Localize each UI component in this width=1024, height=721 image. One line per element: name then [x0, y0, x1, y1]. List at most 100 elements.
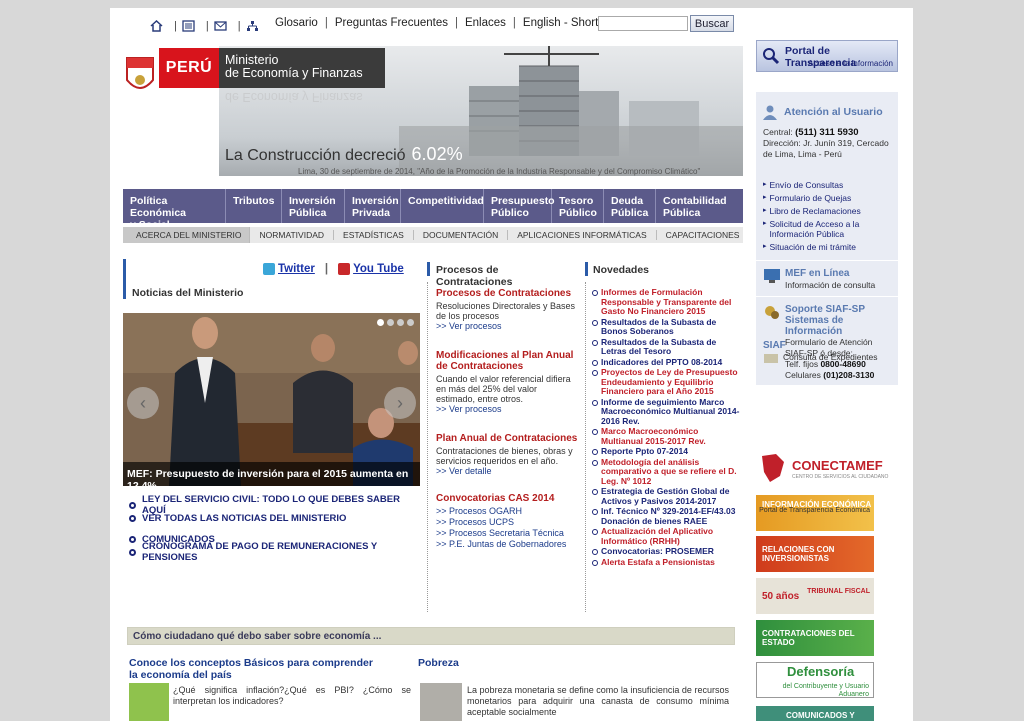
- nav-politica[interactable]: Política Económica y Social: [123, 189, 226, 231]
- novedad-item[interactable]: Reporte Ppto 07-2014: [592, 446, 742, 457]
- nav-contabilidad[interactable]: Contabilidad Pública: [656, 189, 743, 223]
- banner-subcaption: Lima, 30 de septiembre de 2014, "Año de …: [298, 167, 701, 176]
- ministry-name[interactable]: Ministerio de Economía y Finanzas: [219, 48, 385, 88]
- link-enlaces[interactable]: Enlaces: [465, 17, 506, 29]
- transparencia-button[interactable]: Portal de Transparencia Acceso a la info…: [756, 40, 898, 72]
- nav-inversion-publica[interactable]: Inversión Pública: [282, 189, 345, 223]
- social-links: Twitter | You Tube: [263, 263, 404, 275]
- search-input[interactable]: [598, 16, 688, 31]
- atencion-links: ▸ Envío de Consultas ▸ Formulario de Queja…: [763, 180, 895, 255]
- top-icon-bar: | | |: [150, 16, 265, 36]
- conceptos-title[interactable]: Conoce los conceptos Básicos para compre…: [129, 657, 379, 681]
- novedad-item[interactable]: Informe de seguimiento Marco Macroeconóm…: [592, 397, 742, 427]
- folder-icon: [764, 354, 778, 363]
- siaf-expedientes[interactable]: SIAF Consulta de Expedientes: [763, 340, 878, 363]
- mail-icon[interactable]: [214, 20, 227, 32]
- soporte-siaf[interactable]: Soporte SIAF-SP Sistemas de Información …: [763, 304, 895, 380]
- procesos-group-title[interactable]: Plan Anual de Contrataciones: [436, 433, 578, 444]
- news-link[interactable]: CRONOGRAMA DE PAGO DE REMUNERACIONES Y P…: [129, 541, 419, 563]
- org-chart-icon[interactable]: [246, 20, 259, 32]
- mef-en-linea[interactable]: MEF en Línea Información de consulta: [763, 268, 875, 290]
- nav-deuda[interactable]: Deuda Pública: [604, 189, 656, 223]
- atencion-link[interactable]: ▸ Envío de Consultas: [763, 180, 895, 190]
- ciudadano-section: Cómo ciudadano qué debo saber sobre econ…: [123, 625, 743, 721]
- procesos-link[interactable]: >> Procesos OGARH: [436, 506, 578, 517]
- banner-contrataciones[interactable]: CONTRATACIONES DEL ESTADO: [756, 620, 874, 656]
- novedad-item[interactable]: Informes de Formulación Responsable y Tr…: [592, 287, 742, 317]
- novedad-item[interactable]: Alerta Estafa a Pensionistas: [592, 557, 742, 568]
- banner-caption: La Construcción decreció 6.02%: [225, 144, 463, 164]
- atencion-link[interactable]: ▸ Formulario de Quejas: [763, 193, 895, 203]
- subnav-normatividad[interactable]: NORMATIVIDAD: [250, 230, 335, 240]
- nav-inversion-privada[interactable]: Inversión Privada: [345, 189, 401, 223]
- slide-caption[interactable]: MEF: Presupuesto de inversión para el 20…: [123, 462, 420, 486]
- monitor-icon: [764, 269, 780, 283]
- nav-tributos[interactable]: Tributos: [226, 189, 282, 223]
- youtube-link[interactable]: You Tube: [353, 263, 404, 275]
- novedad-item[interactable]: Convocatorias: PROSEMER: [592, 546, 742, 557]
- nav-competitividad[interactable]: Competitividad: [401, 189, 484, 223]
- noticias-section: Twitter | You Tube Noticias del Minister…: [123, 259, 420, 613]
- ciudadano-header[interactable]: Cómo ciudadano qué debo saber sobre econ…: [127, 627, 735, 645]
- ministry-reflection: de Economía y Finanzas: [225, 90, 363, 104]
- subnav-aplicaciones[interactable]: APLICACIONES INFORMÁTICAS: [508, 230, 657, 240]
- pobreza-desc: La pobreza monetaria se define como la i…: [467, 685, 729, 717]
- top-links: Glosario | Preguntas Frecuentes | Enlaces |…: [275, 17, 639, 29]
- procesos-link[interactable]: >> Procesos UCPS: [436, 517, 578, 528]
- slider-dots[interactable]: [377, 319, 414, 326]
- procesos-link[interactable]: >> P.E. Juntas de Gobernadores: [436, 539, 578, 550]
- peru-map-icon: [762, 454, 784, 482]
- novedad-item[interactable]: Marco Macroeconómico Multianual 2015-201…: [592, 426, 742, 446]
- banner-tribunal-fiscal[interactable]: 50 años TRIBUNAL FISCAL: [756, 578, 874, 614]
- novedad-item[interactable]: Metodología del análisis comparativo a q…: [592, 457, 742, 487]
- sitemap-icon[interactable]: [182, 20, 195, 32]
- slider-next-icon[interactable]: ›: [384, 387, 416, 419]
- youtube-icon: [338, 263, 351, 275]
- twitter-link[interactable]: Twitter: [278, 263, 315, 275]
- subnav-capacitaciones[interactable]: CAPACITACIONES: [657, 230, 749, 240]
- news-link[interactable]: LEY DEL SERVICIO CIVIL: TODO LO QUE DEBE…: [129, 494, 419, 516]
- conectamef-banner[interactable]: CONECTAMEF CENTRO DE SERVICIOS AL CIUDAD…: [756, 450, 898, 486]
- novedad-item[interactable]: Inf. Técnico Nº 329-2014-EF/43.03 Donaci…: [592, 506, 742, 526]
- banner-informacion-economica[interactable]: INFORMACIÓN ECONÓMICA Portal de Transpare…: [756, 495, 874, 531]
- banner-inversionistas[interactable]: RELACIONES CON INVERSIONISTAS: [756, 536, 874, 572]
- procesos-group-title[interactable]: Convocatorias CAS 2014: [436, 493, 578, 504]
- magnifier-icon: [763, 48, 780, 65]
- novedad-item[interactable]: Indicadores del PPTO 08-2014: [592, 357, 742, 368]
- peru-brand[interactable]: PERÚ: [159, 48, 219, 88]
- procesos-group-title[interactable]: Procesos de Contrataciones: [436, 288, 578, 299]
- link-glosario[interactable]: Glosario: [275, 17, 318, 29]
- page: | | | Glosario | Preguntas Frecuentes | En…: [110, 8, 913, 721]
- home-icon[interactable]: [150, 20, 163, 32]
- novedad-item[interactable]: Resultados de la Subasta de Bonos Sobera…: [592, 317, 742, 337]
- conceptos-desc: ¿Qué significa inflación?¿Qué es PBI? ¿C…: [173, 685, 411, 706]
- nav-presupuesto[interactable]: Presupuesto Público: [484, 189, 555, 223]
- atencion-link[interactable]: ▸ Situación de mi trámite: [763, 242, 895, 252]
- banner-defensoria[interactable]: Defensoría del Contribuyente y Usuario Ad…: [756, 662, 874, 698]
- subnav-documentacion[interactable]: DOCUMENTACIÓN: [414, 230, 509, 240]
- banner-comunicados[interactable]: COMUNICADOS Y NOTAS DE PRENSA: [756, 706, 874, 721]
- procesos-link[interactable]: >> Ver procesos: [436, 404, 578, 415]
- slider-prev-icon[interactable]: ‹: [127, 387, 159, 419]
- novedad-item[interactable]: Resultados de la Subasta de Letras del T…: [592, 337, 742, 357]
- noticias-title: Noticias del Ministerio: [132, 287, 244, 299]
- news-slider[interactable]: ‹ › MEF: Presupuesto de inversión para e…: [123, 313, 420, 486]
- procesos-link[interactable]: >> Procesos Secretaria Técnica: [436, 528, 578, 539]
- procesos-group-title[interactable]: Modificaciones al Plan Anual de Contrata…: [436, 350, 578, 372]
- link-preguntas[interactable]: Preguntas Frecuentes: [335, 17, 448, 29]
- novedad-item[interactable]: Actualización del Aplicativo Informático…: [592, 526, 742, 546]
- subnav-estadisticas[interactable]: ESTADÍSTICAS: [334, 230, 414, 240]
- main-nav: Política Económica y Social Tributos Inve…: [123, 189, 743, 231]
- procesos-link[interactable]: >> Ver procesos: [436, 321, 578, 332]
- subnav-acerca[interactable]: ACERCA DEL MINISTERIO: [123, 227, 251, 243]
- novedad-item[interactable]: Proyectos de Ley de Presupuesto Endeudam…: [592, 367, 742, 397]
- novedad-item[interactable]: Estrategia de Gestión Global de Activos …: [592, 486, 742, 506]
- user-icon: [763, 105, 777, 120]
- nav-tesoro[interactable]: Tesoro Público: [552, 189, 604, 223]
- atencion-link[interactable]: ▸ Libro de Reclamaciones: [763, 206, 895, 216]
- pobreza-title[interactable]: Pobreza: [418, 657, 459, 669]
- procesos-link[interactable]: >> Ver detalle: [436, 466, 578, 477]
- coat-of-arms-icon: [126, 57, 154, 89]
- atencion-link[interactable]: ▸ Solicitud de Acceso a la Información Pú…: [763, 219, 895, 239]
- search-button[interactable]: Buscar: [690, 15, 734, 32]
